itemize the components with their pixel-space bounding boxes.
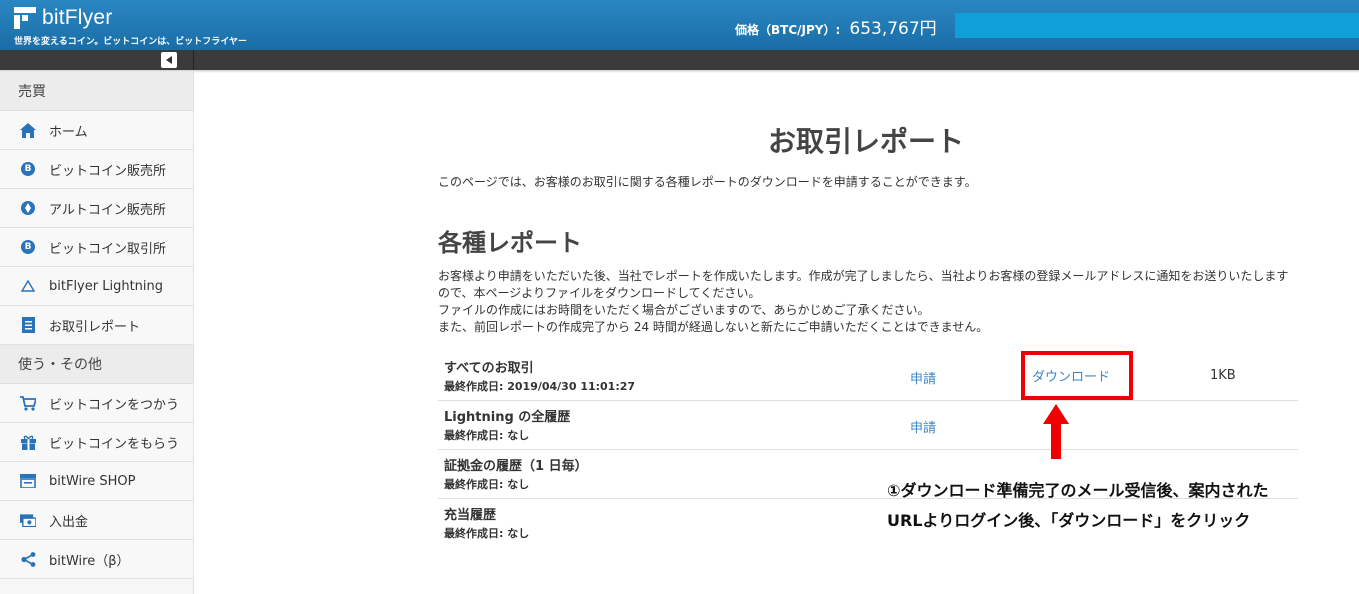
sidebar-item-label: bitFlyer Lightning xyxy=(49,278,164,294)
lightning-icon xyxy=(20,278,36,294)
sidebar-item-use-bitcoin[interactable]: ビットコインをつかう xyxy=(0,384,193,423)
ethereum-icon xyxy=(20,200,36,216)
arrow-shaft xyxy=(1051,423,1061,459)
download-highlight-box xyxy=(1021,351,1133,400)
apply-link[interactable]: 申請 xyxy=(910,368,936,387)
report-last-created: 最終作成日: なし xyxy=(444,527,530,540)
description-line: また、前回レポートの作成完了から 24 時間が経過しないと新たにご申請いただくこ… xyxy=(438,320,989,334)
description-line: ファイルの作成にはお時間をいただく場合がございますので、あらかじめご了承ください… xyxy=(438,303,930,317)
annotation-line: ①ダウンロード準備完了のメール受信後、案内された xyxy=(887,481,1269,500)
file-size: 1KB xyxy=(1210,368,1236,383)
logo-text: bitFlyer xyxy=(42,6,113,29)
sidebar-section-other: 使う・その他 xyxy=(0,345,193,384)
cart-icon xyxy=(20,395,36,411)
report-row-all-trades: すべてのお取引 最終作成日: 2019/04/30 11:01:27 申請 ダウ… xyxy=(438,352,1298,401)
sidebar-item-label: bitWire SHOP xyxy=(49,473,136,489)
sidebar-item-label: ビットコインをつかう xyxy=(49,397,180,413)
description-line: ので、本ページよりファイルをダウンロードしてください。 xyxy=(438,286,761,300)
btc-price: 価格（BTC/JPY）: 653,767円 xyxy=(735,14,937,39)
sidebar: 売買 ホーム B ビットコイン販売所 アルトコイン販売所 B ビットコイン取引所… xyxy=(0,72,194,594)
apply-link[interactable]: 申請 xyxy=(910,417,936,436)
report-name: すべてのお取引 xyxy=(444,361,534,376)
sidebar-item-deposit-withdraw[interactable]: 入出金 xyxy=(0,501,193,540)
bitcoin-icon: B xyxy=(20,239,36,255)
description-line: お客様より申請をいただいた後、当社でレポートを作成いたします。作成が完了しました… xyxy=(438,269,1289,283)
sidebar-item-label: ビットコイン取引所 xyxy=(49,241,167,257)
report-row-lightning: Lightning の全履歴 最終作成日: なし 申請 xyxy=(438,401,1298,450)
report-name: 充当履歴 xyxy=(444,508,497,523)
chevron-left-icon xyxy=(166,56,172,64)
bitflyer-logo-icon xyxy=(14,7,36,29)
sidebar-item-label: ビットコイン販売所 xyxy=(49,163,167,179)
toolbar-divider xyxy=(193,50,194,70)
sidebar-section-trade: 売買 xyxy=(0,72,193,111)
report-last-created: 最終作成日: なし xyxy=(444,478,530,491)
sidebar-item-bitcoin-shop[interactable]: B ビットコイン販売所 xyxy=(0,150,193,189)
sidebar-item-altcoin-shop[interactable]: アルトコイン販売所 xyxy=(0,189,193,228)
page-title: お取引レポート xyxy=(768,125,965,158)
sidebar-item-trade-report[interactable]: お取引レポート xyxy=(0,306,193,345)
sidebar-item-lightning[interactable]: bitFlyer Lightning xyxy=(0,267,193,306)
page-intro: このページでは、お客様のお取引に関する各種レポートのダウンロードを申請することが… xyxy=(438,175,977,189)
share-icon xyxy=(20,551,36,567)
sidebar-item-home[interactable]: ホーム xyxy=(0,111,193,150)
arrow-up-icon xyxy=(1043,404,1069,424)
annotation-line: URLよりログイン後、「ダウンロード」をクリック xyxy=(887,511,1251,530)
shop-icon xyxy=(20,473,36,489)
price-value: 653,767円 xyxy=(849,19,937,39)
sidebar-item-label: アルトコイン販売所 xyxy=(49,202,166,218)
gift-icon xyxy=(20,434,36,450)
reports-description: お客様より申請をいただいた後、当社でレポートを作成いたします。作成が完了しました… xyxy=(438,268,1288,336)
sidebar-item-label: ビットコインをもらう xyxy=(49,436,180,452)
sidebar-item-label: bitWire（β） xyxy=(49,553,130,569)
home-icon xyxy=(20,122,36,138)
sidebar-item-get-bitcoin[interactable]: ビットコインをもらう xyxy=(0,423,193,462)
bitcoin-icon: B xyxy=(20,161,36,177)
annotation-note: ①ダウンロード準備完了のメール受信後、案内された URLよりログイン後、「ダウン… xyxy=(887,476,1269,536)
toolbar-bar xyxy=(0,50,1359,70)
report-name: 証拠金の履歴（1 日毎） xyxy=(444,459,588,474)
price-label: 価格（BTC/JPY）: xyxy=(735,23,841,37)
tagline: 世界を変えるコイン。ビットコインは、ビットフライヤー xyxy=(14,37,247,47)
header-banner xyxy=(955,13,1359,38)
sidebar-item-label: 入出金 xyxy=(49,514,89,530)
money-icon xyxy=(20,512,36,528)
sidebar-item-bitwire[interactable]: bitWire（β） xyxy=(0,540,193,579)
reports-heading: 各種レポート xyxy=(438,229,582,257)
sidebar-item-label: ホーム xyxy=(49,124,88,140)
sidebar-item-bitcoin-exchange[interactable]: B ビットコイン取引所 xyxy=(0,228,193,267)
report-last-created: 最終作成日: なし xyxy=(444,429,530,442)
report-name: Lightning の全履歴 xyxy=(444,410,571,425)
report-last-created: 最終作成日: 2019/04/30 11:01:27 xyxy=(444,380,636,393)
bitflyer-logo[interactable]: bitFlyer xyxy=(14,6,112,30)
sidebar-item-bitwire-shop[interactable]: bitWire SHOP xyxy=(0,462,193,501)
report-icon xyxy=(20,317,36,333)
sidebar-item-label: お取引レポート xyxy=(49,319,141,335)
top-header: bitFlyer 世界を変えるコイン。ビットコインは、ビットフライヤー 価格（B… xyxy=(0,0,1359,50)
sidebar-collapse-button[interactable] xyxy=(161,52,177,68)
